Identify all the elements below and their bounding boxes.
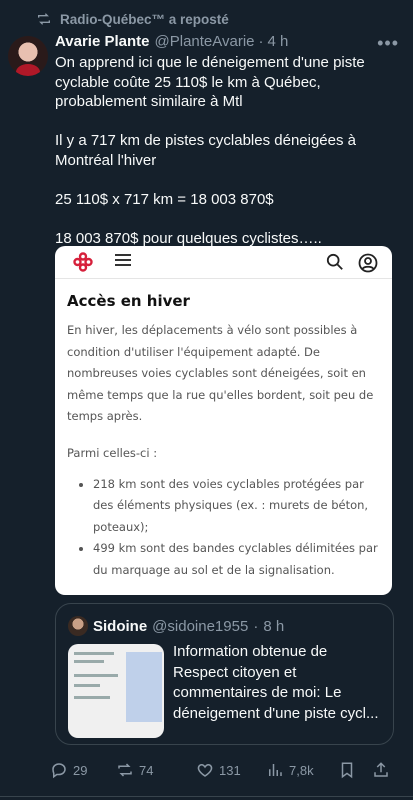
views-count: 7,8k — [289, 762, 314, 778]
card-paragraph: En hiver, les déplacements à vélo sont p… — [67, 323, 374, 423]
quoted-author-name: Sidoine — [93, 617, 148, 635]
list-item: 218 km sont des voies cyclables protégée… — [93, 474, 382, 539]
card-list: 218 km sont des voies cyclables protégée… — [67, 474, 382, 582]
like-count: 131 — [219, 762, 241, 778]
card-title: Accès en hiver — [67, 292, 190, 310]
repost-indicator[interactable]: Radio-Québec™ a reposté — [36, 11, 229, 27]
quoted-tweet-text: Information obtenue de Respect citoyen e… — [173, 643, 379, 722]
like-button[interactable]: 131 — [196, 761, 266, 779]
quoted-tweet-header: Sidoine @sidoine1955 · 8 h — [68, 616, 284, 636]
tweet-text: On apprend ici que le déneigement d'une … — [55, 54, 365, 247]
user-account-icon — [358, 253, 378, 273]
attached-image-card[interactable]: Accès en hiver En hiver, les déplacement… — [55, 246, 392, 595]
bar-chart-icon — [269, 764, 282, 776]
quoted-author-handle: @sidoine1955 — [152, 617, 249, 635]
reply-count: 29 — [73, 762, 88, 778]
bookmark-icon — [341, 762, 353, 779]
montreal-logo-icon — [73, 252, 93, 272]
reply-button[interactable]: 29 — [50, 761, 116, 779]
card-navbar — [55, 246, 392, 279]
tweet-time[interactable]: 4 h — [268, 33, 289, 50]
share-button[interactable] — [372, 761, 390, 779]
tweet-header: Avarie Plante @PlanteAvarie · 4 h — [55, 33, 403, 50]
views-button[interactable]: 7,8k — [266, 761, 338, 779]
share-icon — [374, 762, 388, 777]
quoted-tweet-image[interactable] — [68, 644, 164, 738]
search-icon — [326, 253, 343, 270]
card-subheading: Parmi celles-ci : — [67, 445, 158, 460]
bookmark-button[interactable] — [338, 761, 372, 779]
separator-dot: · — [253, 617, 259, 635]
repost-label: Radio-Québec™ a reposté — [60, 11, 229, 27]
author-avatar[interactable] — [8, 36, 48, 76]
repost-icon — [38, 13, 50, 25]
repost-count: 74 — [139, 762, 154, 778]
author-handle[interactable]: @PlanteAvarie — [155, 33, 255, 50]
tweet-actions: 29 74 131 7,8k — [50, 760, 400, 780]
quoted-tweet[interactable]: Sidoine @sidoine1955 · 8 h Information o… — [55, 603, 394, 745]
hamburger-menu-icon — [115, 254, 131, 268]
author-name[interactable]: Avarie Plante — [55, 33, 150, 50]
repost-button[interactable]: 74 — [116, 761, 196, 779]
divider — [0, 796, 413, 797]
heart-icon — [197, 763, 213, 777]
quoted-tweet-time: 8 h — [263, 617, 285, 635]
repost-icon — [118, 763, 132, 777]
more-options-icon[interactable]: ••• — [377, 33, 399, 54]
reply-icon — [52, 763, 66, 779]
separator-dot: · — [258, 33, 264, 50]
list-item: 499 km sont des bandes cyclables délimit… — [93, 538, 382, 581]
quoted-author-avatar — [68, 616, 88, 636]
